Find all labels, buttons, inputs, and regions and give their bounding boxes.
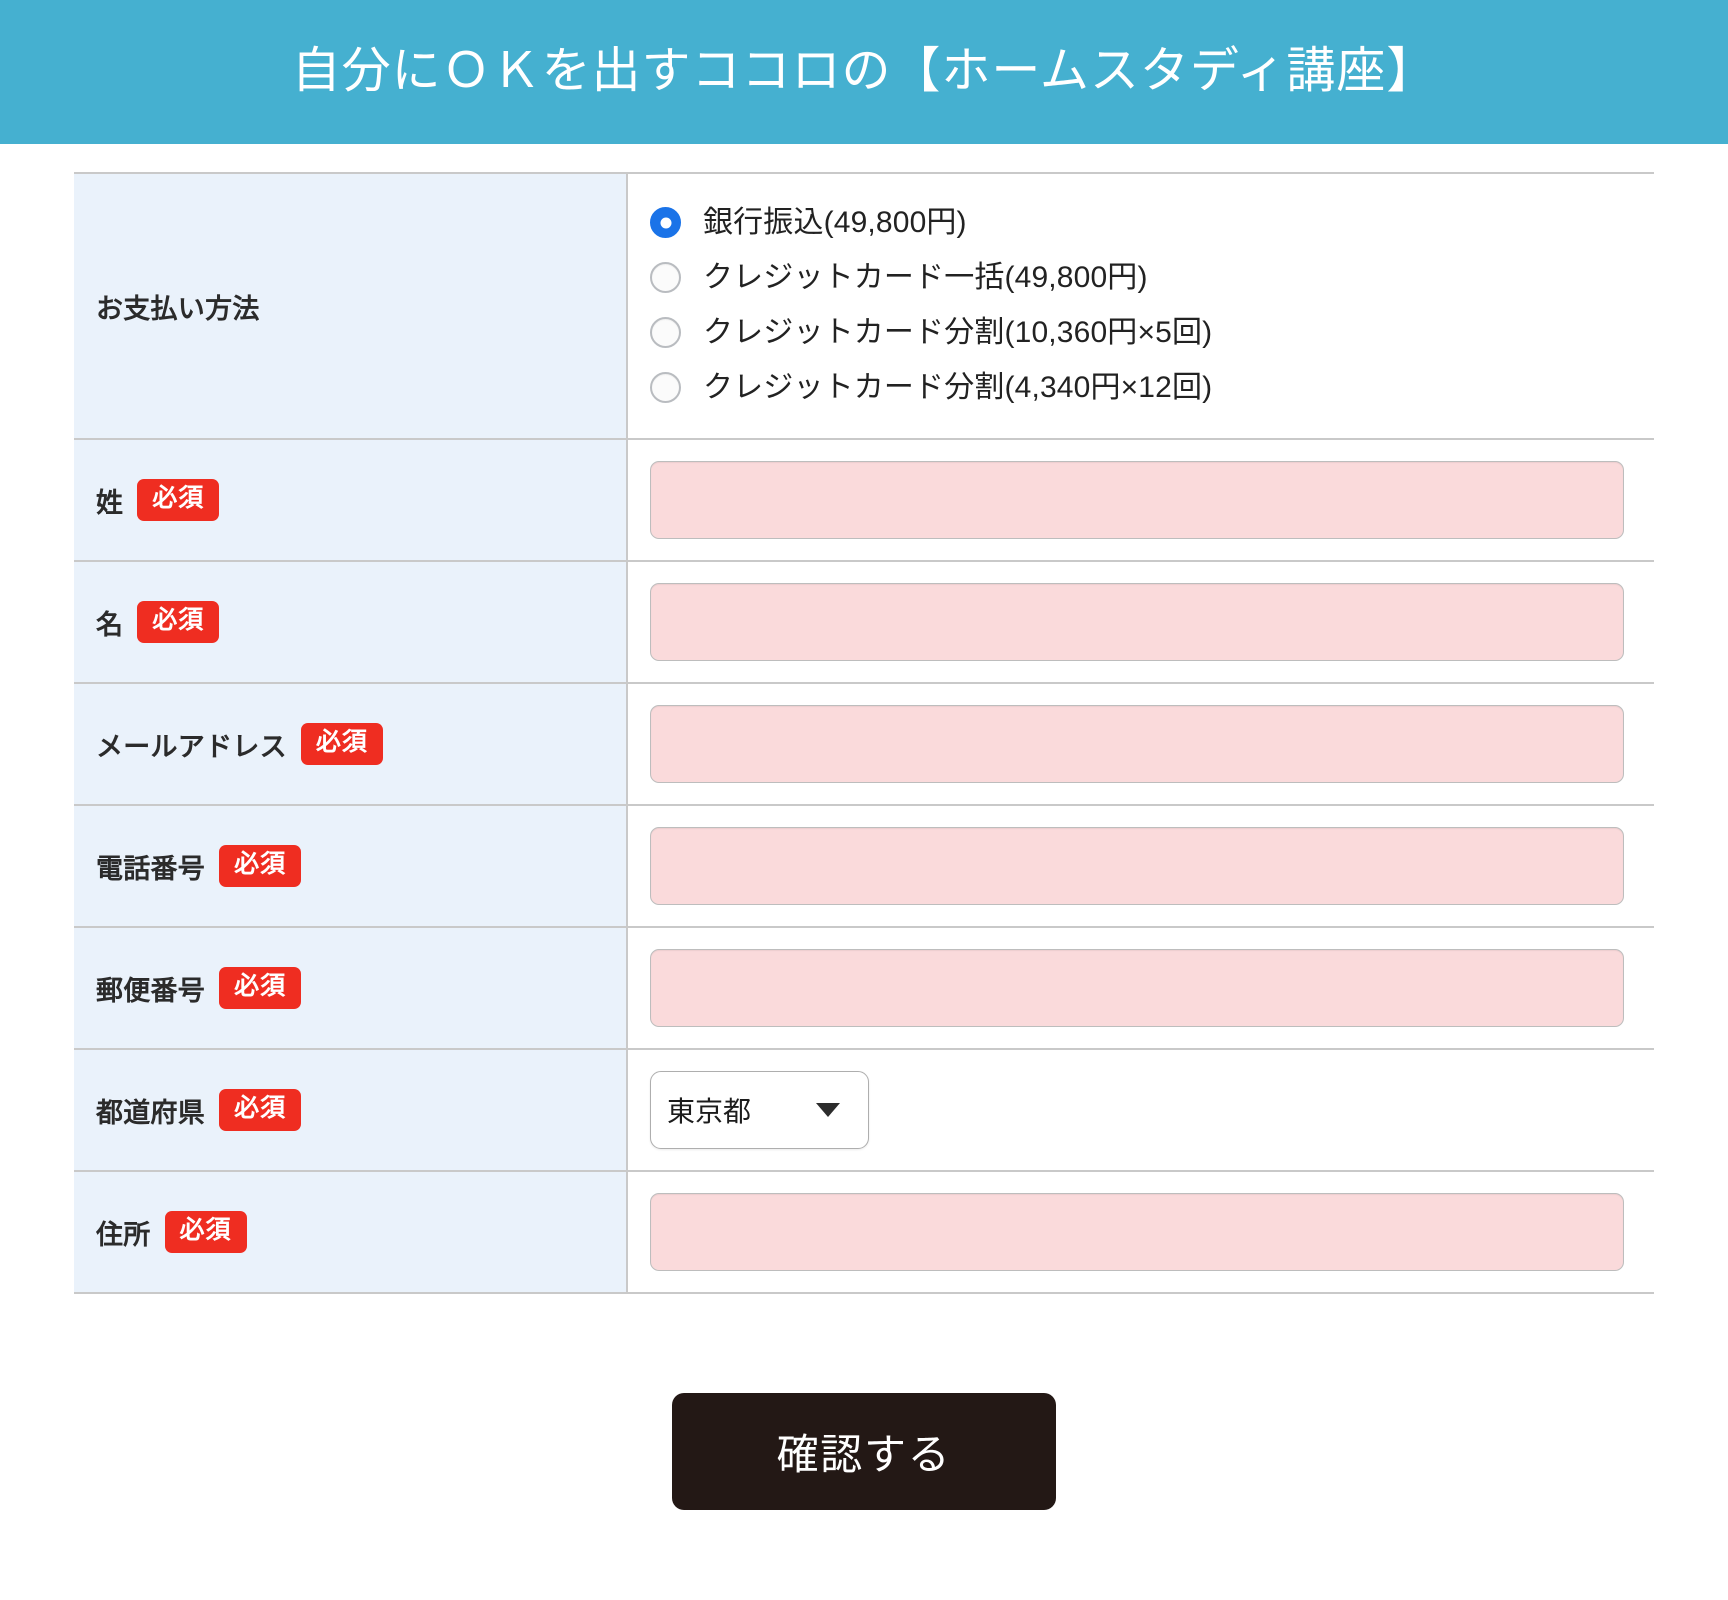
first-name-input[interactable] — [650, 583, 1624, 661]
required-badge: 必須 — [137, 601, 220, 643]
radio-icon-unselected[interactable] — [650, 317, 681, 348]
radio-option-credit-12-installments[interactable]: クレジットカード分割(4,340円×12回) — [650, 370, 1624, 406]
required-badge: 必須 — [219, 1089, 302, 1131]
label-cell-last-name: 姓 必須 — [74, 439, 628, 561]
radio-label-credit-5-installments: クレジットカード分割(10,360円×5回) — [703, 315, 1213, 349]
label-cell-postal-code: 郵便番号 必須 — [74, 927, 628, 1049]
order-form: お支払い方法 銀行振込(49,800円) クレジットカード一括(49,800円) — [0, 172, 1728, 1550]
field-cell-payment-method: 銀行振込(49,800円) クレジットカード一括(49,800円) クレジットカ… — [627, 173, 1654, 439]
radio-label-bank-transfer: 銀行振込(49,800円) — [703, 205, 967, 239]
required-badge: 必須 — [137, 479, 220, 521]
label-cell-payment-method: お支払い方法 — [74, 173, 628, 439]
label-email: メールアドレス — [96, 731, 287, 762]
label-cell-address: 住所 必須 — [74, 1171, 628, 1293]
payment-method-radio-group[interactable]: 銀行振込(49,800円) クレジットカード一括(49,800円) クレジットカ… — [650, 183, 1624, 430]
field-cell-email — [627, 683, 1654, 805]
label-cell-email: メールアドレス 必須 — [74, 683, 628, 805]
page-header: 自分にＯＫを出すココロの【ホームスタディ講座】 — [0, 0, 1728, 144]
confirm-button[interactable]: 確認する — [672, 1393, 1056, 1510]
radio-option-credit-lump[interactable]: クレジットカード一括(49,800円) — [650, 260, 1624, 296]
label-prefecture: 都道府県 — [96, 1097, 206, 1128]
row-first-name: 名 必須 — [74, 561, 1654, 683]
last-name-input[interactable] — [650, 461, 1624, 539]
required-badge: 必須 — [164, 1211, 247, 1253]
prefecture-select-value: 東京都 — [667, 1096, 752, 1127]
page-title: 自分にＯＫを出すココロの【ホームスタディ講座】 — [291, 44, 1437, 99]
field-cell-prefecture: 東京都 — [627, 1049, 1654, 1171]
postal-code-input[interactable] — [650, 949, 1624, 1027]
label-phone: 電話番号 — [96, 853, 206, 884]
prefecture-select[interactable]: 東京都 — [650, 1071, 869, 1149]
field-cell-phone — [627, 805, 1654, 927]
field-cell-first-name — [627, 561, 1654, 683]
radio-label-credit-12-installments: クレジットカード分割(4,340円×12回) — [703, 370, 1213, 404]
radio-option-credit-5-installments[interactable]: クレジットカード分割(10,360円×5回) — [650, 315, 1624, 351]
required-badge: 必須 — [219, 967, 302, 1009]
field-cell-address — [627, 1171, 1654, 1293]
order-form-table: お支払い方法 銀行振込(49,800円) クレジットカード一括(49,800円) — [74, 172, 1654, 1294]
radio-icon-selected[interactable] — [650, 207, 681, 238]
label-cell-prefecture: 都道府県 必須 — [74, 1049, 628, 1171]
row-postal-code: 郵便番号 必須 — [74, 927, 1654, 1049]
label-cell-first-name: 名 必須 — [74, 561, 628, 683]
submit-area: 確認する — [74, 1294, 1654, 1550]
address-input[interactable] — [650, 1193, 1624, 1271]
required-badge: 必須 — [300, 723, 383, 765]
label-address: 住所 — [96, 1219, 151, 1250]
row-phone: 電話番号 必須 — [74, 805, 1654, 927]
row-payment-method: お支払い方法 銀行振込(49,800円) クレジットカード一括(49,800円) — [74, 173, 1654, 439]
radio-icon-unselected[interactable] — [650, 372, 681, 403]
label-payment-method: お支払い方法 — [96, 293, 260, 324]
field-cell-postal-code — [627, 927, 1654, 1049]
radio-option-bank-transfer[interactable]: 銀行振込(49,800円) — [650, 205, 1624, 241]
row-prefecture: 都道府県 必須 東京都 — [74, 1049, 1654, 1171]
radio-icon-unselected[interactable] — [650, 262, 681, 293]
phone-input[interactable] — [650, 827, 1624, 905]
row-last-name: 姓 必須 — [74, 439, 1654, 561]
required-badge: 必須 — [219, 845, 302, 887]
label-first-name: 名 — [96, 609, 124, 640]
radio-label-credit-lump: クレジットカード一括(49,800円) — [703, 260, 1148, 294]
email-input[interactable] — [650, 705, 1624, 783]
label-postal-code: 郵便番号 — [96, 975, 206, 1006]
field-cell-last-name — [627, 439, 1654, 561]
label-last-name: 姓 — [96, 487, 124, 518]
row-email: メールアドレス 必須 — [74, 683, 1654, 805]
chevron-down-icon[interactable] — [816, 1103, 840, 1117]
row-address: 住所 必須 — [74, 1171, 1654, 1293]
label-cell-phone: 電話番号 必須 — [74, 805, 628, 927]
